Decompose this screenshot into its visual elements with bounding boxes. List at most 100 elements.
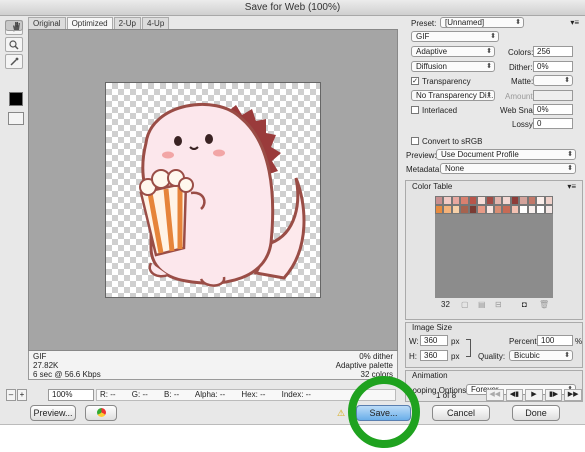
color-swatch[interactable] — [502, 196, 511, 205]
height-field[interactable]: 360 — [420, 350, 448, 361]
lossy-field[interactable]: 0 — [533, 118, 573, 129]
percent-unit: % — [575, 337, 583, 346]
color-table-swatches[interactable] — [435, 196, 553, 214]
dither-algorithm-select[interactable]: Diffusion — [411, 61, 495, 72]
tab-original[interactable]: Original — [28, 17, 66, 29]
tab-4-up[interactable]: 4-Up — [141, 17, 170, 29]
color-swatch[interactable] — [435, 205, 444, 214]
color-swatch[interactable] — [510, 205, 520, 214]
tab-2-up[interactable]: 2-Up — [113, 17, 141, 29]
preview-button[interactable]: Preview... — [30, 405, 76, 421]
websnap-field[interactable]: 0% — [533, 104, 573, 115]
color-table-menu-icon[interactable]: ▾≡ — [567, 182, 576, 191]
matte-select[interactable] — [533, 75, 573, 86]
percent-label: Percent: — [509, 337, 539, 346]
browser-select-button[interactable] — [85, 405, 117, 421]
quality-select[interactable]: Bicubic — [509, 350, 573, 361]
preview-profile-select[interactable]: Use Document Profile — [436, 149, 576, 160]
toggle-slices-icon[interactable] — [8, 112, 24, 125]
color-swatch[interactable] — [527, 196, 537, 205]
metadata-select[interactable]: None — [440, 163, 576, 174]
warning-icon: ⚠ — [337, 408, 346, 418]
readout-hex: Hex: -- — [241, 390, 266, 399]
optimized-image-preview — [105, 82, 321, 298]
delete-color-icon[interactable]: 🗑 — [539, 300, 549, 309]
info-dither: 0% dither — [359, 352, 393, 361]
color-swatch[interactable] — [510, 196, 520, 205]
color-swatch[interactable] — [536, 196, 545, 205]
color-swatch[interactable] — [485, 196, 494, 205]
color-swatch[interactable] — [519, 205, 528, 214]
transparency-checkbox[interactable]: ✓ — [411, 77, 419, 85]
play-icon[interactable]: ▶ — [525, 389, 543, 401]
convert-srgb-checkbox[interactable] — [411, 137, 419, 145]
dither-field[interactable]: 0% — [533, 61, 573, 72]
previous-frame-icon[interactable]: ◀▮ — [505, 389, 524, 401]
color-count: 32 — [441, 300, 450, 309]
optimize-menu-icon[interactable]: ▾≡ — [570, 18, 579, 27]
tab-optimized[interactable]: Optimized — [66, 17, 113, 29]
colors-field[interactable]: 256 — [533, 46, 573, 57]
percent-field[interactable]: 100 — [537, 335, 573, 346]
settings-panel: Preset: [Unnamed] ▾≡ GIF Adaptive Colors… — [402, 16, 585, 424]
dither-label: Dither: — [509, 63, 533, 72]
zoom-icon[interactable] — [5, 37, 23, 52]
constrain-proportions-icon[interactable] — [466, 339, 471, 357]
map-transparent-icon[interactable]: ▢ — [461, 300, 469, 309]
color-swatch[interactable] — [468, 196, 478, 205]
first-frame-icon[interactable]: ◀◀ — [486, 389, 504, 401]
format-select[interactable]: GIF — [411, 31, 499, 42]
transparency-label: Transparency — [422, 77, 471, 86]
color-swatch[interactable] — [494, 196, 503, 205]
zoom-out-button[interactable]: – — [6, 389, 16, 401]
color-swatch[interactable] — [443, 196, 452, 205]
browser-icon — [96, 408, 106, 417]
color-swatch[interactable] — [435, 196, 444, 205]
view-tabs: Original Optimized 2-Up 4-Up — [28, 17, 170, 29]
width-unit: px — [451, 337, 460, 346]
color-swatch[interactable] — [502, 205, 511, 214]
color-swatch[interactable] — [527, 205, 537, 214]
preset-label: Preset: — [411, 19, 437, 28]
color-swatch[interactable] — [460, 196, 469, 205]
convert-srgb-label: Convert to sRGB — [422, 137, 483, 146]
color-swatch[interactable] — [477, 196, 486, 205]
zoom-level-select[interactable]: 100% — [48, 389, 94, 401]
hand-tool-icon[interactable] — [5, 20, 23, 31]
transparency-dither-select[interactable]: No Transparency Di... — [411, 90, 495, 101]
interlaced-checkbox[interactable] — [411, 106, 419, 114]
color-swatch[interactable] — [451, 205, 461, 214]
color-swatch[interactable] — [468, 205, 478, 214]
eyedropper-icon[interactable] — [5, 54, 23, 69]
zoom-in-button[interactable]: + — [17, 389, 27, 401]
color-swatch[interactable] — [451, 196, 461, 205]
next-frame-icon[interactable]: ▮▶ — [544, 389, 563, 401]
color-swatch[interactable] — [536, 205, 545, 214]
height-unit: px — [451, 352, 460, 361]
color-swatch[interactable] — [544, 205, 553, 214]
color-swatch[interactable] — [519, 196, 528, 205]
new-color-icon[interactable]: ◘ — [522, 300, 527, 309]
color-swatch[interactable] — [544, 196, 553, 205]
lock-color-icon[interactable]: ⊟ — [495, 300, 502, 309]
width-field[interactable]: 360 — [420, 335, 448, 346]
color-swatch[interactable] — [460, 205, 469, 214]
status-bar: – + 100% R: -- G: -- B: -- Alpha: -- Hex… — [6, 389, 398, 402]
readout-r: R: -- — [100, 390, 116, 399]
eyedropper-color-swatch[interactable] — [9, 92, 23, 106]
shift-web-icon[interactable]: ▤ — [478, 300, 486, 309]
preview-canvas[interactable] — [28, 29, 398, 351]
height-label: H: — [409, 352, 417, 361]
color-swatch[interactable] — [494, 205, 503, 214]
color-swatch[interactable] — [443, 205, 452, 214]
last-frame-icon[interactable]: ▶▶ — [564, 389, 582, 401]
readout-index: Index: -- — [281, 390, 311, 399]
info-size: 27.82K — [33, 361, 59, 370]
info-speed: 6 sec @ 56.6 Kbps — [33, 370, 101, 379]
color-swatch[interactable] — [477, 205, 486, 214]
reduction-select[interactable]: Adaptive — [411, 46, 495, 57]
amount-field[interactable] — [533, 90, 573, 101]
info-palette: Adaptive palette — [335, 361, 393, 370]
color-swatch[interactable] — [485, 205, 494, 214]
preset-select[interactable]: [Unnamed] — [440, 17, 524, 28]
